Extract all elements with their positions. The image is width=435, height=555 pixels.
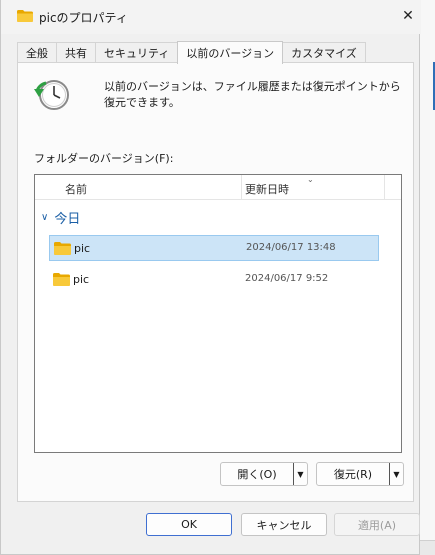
ok-button[interactable]: OK [146,513,232,536]
tab-general[interactable]: 全般 [17,42,57,63]
tab-previous-versions[interactable]: 以前のバージョン [177,41,284,64]
tab-sharing[interactable]: 共有 [56,42,96,63]
open-button-label: 開く(O) [237,468,277,481]
background-window-edge [418,0,435,555]
list-item[interactable]: pic 2024/06/17 9:52 [49,267,379,293]
tab-strip: 全般 共有 セキュリティ 以前のバージョン カスタマイズ [17,41,366,64]
chevron-down-icon: ∨ [41,212,49,223]
item-name: pic [74,242,91,255]
versions-list[interactable]: 名前 ⌄ 更新日時 ∨ 今日 pic 2024/06/17 13:48 pic … [34,174,402,453]
open-button[interactable]: 開く(O) ▼ [220,462,308,486]
window-title: picのプロパティ [39,11,128,25]
item-modified: 2024/06/17 9:52 [245,273,329,284]
properties-dialog: picのプロパティ ✕ 全般 共有 セキュリティ 以前のバージョン カスタマイズ… [0,0,421,555]
folder-versions-label: フォルダーのバージョン(F): [34,152,174,165]
dropdown-arrow-icon[interactable]: ▼ [293,463,307,485]
column-header-modified[interactable]: 更新日時 [245,181,289,197]
dropdown-arrow-icon[interactable]: ▼ [389,463,403,485]
list-header: 名前 ⌄ 更新日時 [35,175,401,200]
folder-icon [54,242,71,255]
restore-clock-icon [34,80,69,110]
column-divider[interactable] [384,175,385,200]
folder-icon [53,273,70,286]
close-button[interactable]: ✕ [397,5,419,27]
previous-versions-panel: 以前のバージョンは、ファイル履歴または復元ポイントから復元できます。 フォルダー… [17,62,414,502]
item-name: pic [73,273,90,286]
item-modified: 2024/06/17 13:48 [246,242,336,253]
list-item[interactable]: pic 2024/06/17 13:48 [49,235,379,261]
background-scrollbar [419,540,435,555]
apply-button[interactable]: 適用(A) [334,513,420,536]
group-label: 今日 [54,212,81,227]
restore-button-label: 復元(R) [333,468,373,481]
folder-icon [17,10,33,22]
restore-button[interactable]: 復元(R) ▼ [316,462,404,486]
tab-security[interactable]: セキュリティ [95,42,179,63]
group-header-today[interactable]: ∨ 今日 [41,208,80,227]
sort-indicator-icon: ⌄ [307,175,314,184]
column-header-name[interactable]: 名前 [65,181,87,197]
cancel-button[interactable]: キャンセル [241,513,327,536]
column-divider[interactable] [241,175,242,200]
title-bar: picのプロパティ ✕ [1,0,421,34]
close-icon: ✕ [402,8,414,24]
tab-customize[interactable]: カスタマイズ [282,42,366,63]
description-text: 以前のバージョンは、ファイル履歴または復元ポイントから復元できます。 [104,80,401,109]
